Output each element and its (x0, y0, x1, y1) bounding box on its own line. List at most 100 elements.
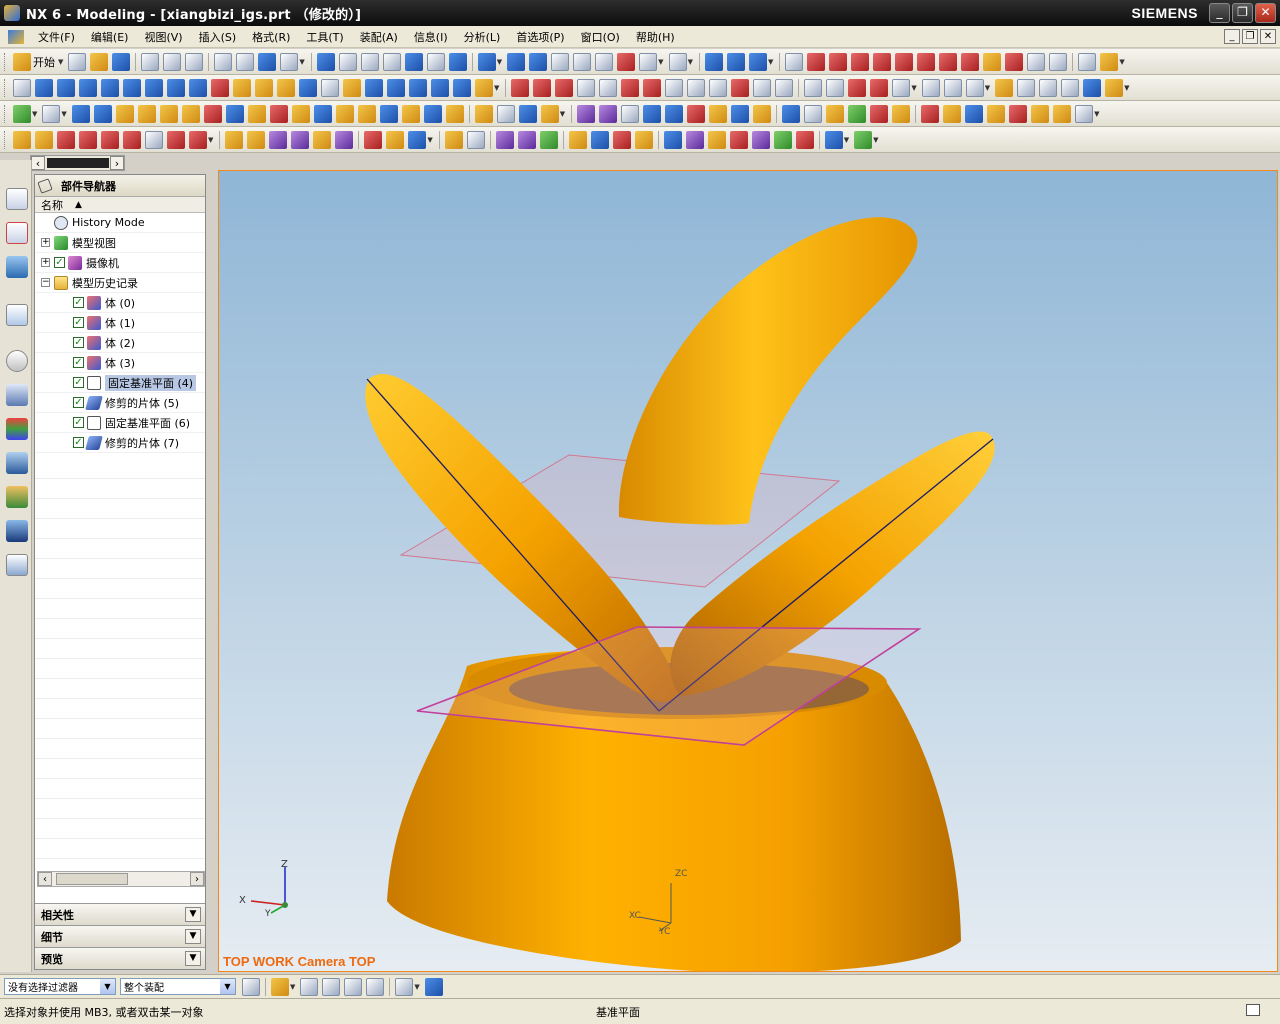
save-icon[interactable] (112, 52, 131, 71)
rectangle-icon[interactable] (753, 78, 772, 97)
web-browser-icon[interactable] (6, 304, 28, 326)
system-scenes-icon[interactable] (6, 520, 28, 542)
wcs-icon[interactable] (726, 52, 745, 71)
edit-surface-9-icon[interactable] (753, 104, 772, 123)
emboss-icon[interactable] (321, 78, 339, 97)
sketch-8-icon[interactable] (167, 130, 185, 149)
toolbar-grip[interactable] (4, 52, 7, 71)
assembly-navigator-icon[interactable] (6, 188, 28, 210)
snap-point-7-icon[interactable] (939, 52, 958, 71)
pin-icon[interactable] (37, 177, 53, 194)
snap-point-11-icon[interactable] (1027, 52, 1046, 71)
sketch-26-icon[interactable] (612, 130, 631, 149)
tree-row-model-history[interactable]: − 模型历史记录 (35, 273, 205, 293)
view-iso-icon[interactable] (573, 52, 592, 71)
hole-icon[interactable] (233, 78, 251, 97)
select-feature-icon[interactable] (344, 977, 363, 996)
quick-pick-icon[interactable] (322, 977, 341, 996)
redo-icon[interactable] (236, 52, 255, 71)
tree-row-body-2[interactable]: ✓ 体 (2) (35, 333, 205, 353)
close-button[interactable]: ✕ (1255, 3, 1276, 23)
tree-row-trimmed-sheet-7[interactable]: ✓ 修剪的片体 (7) (35, 433, 205, 453)
toolbar-grip-2[interactable] (4, 78, 7, 97)
tree-row-trimmed-sheet-5[interactable]: ✓ 修剪的片体 (5) (35, 393, 205, 413)
shaded-icon[interactable] (477, 52, 496, 71)
snap-point-8-icon[interactable] (961, 52, 980, 71)
edit-surface-18-icon[interactable] (965, 104, 984, 123)
paste-icon[interactable] (185, 52, 204, 71)
graphics-window[interactable]: Z X Y ZC XC YC TOP WORK Camera TOP (218, 170, 1278, 972)
process-studio-icon[interactable] (6, 452, 28, 474)
undo-selection-icon[interactable] (300, 977, 319, 996)
menu-edit[interactable]: 编辑(E) (83, 29, 137, 45)
menu-analysis[interactable]: 分析(L) (456, 29, 509, 45)
visibility-checkbox[interactable]: ✓ (73, 357, 84, 368)
groove-icon[interactable] (343, 78, 361, 97)
helix-icon[interactable] (621, 78, 640, 97)
tree-row-body-0[interactable]: ✓ 体 (0) (35, 293, 205, 313)
select-all-icon[interactable] (424, 977, 443, 996)
tree-row-body-1[interactable]: ✓ 体 (1) (35, 313, 205, 333)
minimize-button[interactable]: _ (1209, 3, 1230, 23)
slot-icon[interactable] (365, 78, 383, 97)
snap-point-1-icon[interactable] (807, 52, 826, 71)
analysis-icon[interactable] (1100, 52, 1119, 71)
sketch-33-icon[interactable] (773, 130, 792, 149)
point-icon[interactable] (687, 78, 706, 97)
tree-row-cameras[interactable]: + ✓ 摄像机 (35, 253, 205, 273)
layer-settings-icon[interactable] (13, 104, 31, 123)
surface-18-icon[interactable] (496, 104, 515, 123)
menu-file[interactable]: 文件(F) (30, 29, 83, 45)
spline-icon[interactable] (577, 78, 596, 97)
snap-point-10-icon[interactable] (1005, 52, 1024, 71)
sketch-13-icon[interactable] (291, 130, 310, 149)
tree-row-history-mode[interactable]: History Mode (35, 213, 205, 233)
chevron-down-icon[interactable]: ▼ (185, 929, 201, 944)
tube-icon[interactable] (123, 78, 141, 97)
cyl-icon[interactable] (431, 78, 449, 97)
edit-surface-14-icon[interactable] (870, 104, 889, 123)
new-file-icon[interactable] (68, 52, 87, 71)
sweep-icon[interactable] (101, 78, 119, 97)
surface-7-icon[interactable] (247, 104, 266, 123)
pad-icon[interactable] (299, 78, 317, 97)
sketch-31-icon[interactable] (729, 130, 748, 149)
sketch-6-icon[interactable] (123, 130, 141, 149)
toolbar-grip-4[interactable] (4, 130, 7, 149)
document-menu-icon[interactable] (8, 29, 24, 44)
ellipse-icon[interactable] (804, 78, 823, 97)
snap-point-12-icon[interactable] (1049, 52, 1068, 71)
trim-curve-icon[interactable] (995, 78, 1014, 97)
tree-row-model-views[interactable]: + 模型视图 (35, 233, 205, 253)
visibility-checkbox[interactable]: ✓ (73, 337, 84, 348)
layer-visible-icon[interactable] (42, 104, 61, 123)
edit-surface-5-icon[interactable] (665, 104, 684, 123)
panel-preview[interactable]: 预览 ▼ (35, 947, 205, 969)
sketch-36-icon[interactable] (854, 130, 873, 149)
edit-curve-icon[interactable] (1017, 78, 1036, 97)
edit-surface-21-icon[interactable] (1031, 104, 1050, 123)
surface-16-icon[interactable] (445, 104, 464, 123)
surface-2-icon[interactable] (137, 104, 156, 123)
hyperbola-icon[interactable] (848, 78, 867, 97)
line-icon[interactable] (511, 78, 530, 97)
visibility-checkbox[interactable]: ✓ (73, 437, 84, 448)
edit-surface-20-icon[interactable] (1009, 104, 1028, 123)
rectangle-select-icon[interactable] (395, 977, 414, 996)
surface-9-icon[interactable] (291, 104, 310, 123)
menu-format[interactable]: 格式(R) (244, 29, 298, 45)
tree-row-body-3[interactable]: ✓ 体 (3) (35, 353, 205, 373)
sketch-34-icon[interactable] (795, 130, 814, 149)
view-section-icon[interactable] (617, 52, 636, 71)
menu-view[interactable]: 视图(V) (136, 29, 190, 45)
edit-object-display-icon[interactable] (71, 104, 90, 123)
sketch-29-icon[interactable] (685, 130, 704, 149)
sketch-35-icon[interactable] (824, 130, 843, 149)
sketch-23-icon[interactable] (539, 130, 558, 149)
conic-icon[interactable] (870, 78, 889, 97)
edit-surface-23-icon[interactable] (1075, 104, 1094, 123)
snap-point-2-icon[interactable] (829, 52, 848, 71)
cut-icon[interactable] (141, 52, 160, 71)
part-navigator-icon[interactable] (13, 78, 31, 97)
surface-13-icon[interactable] (379, 104, 398, 123)
